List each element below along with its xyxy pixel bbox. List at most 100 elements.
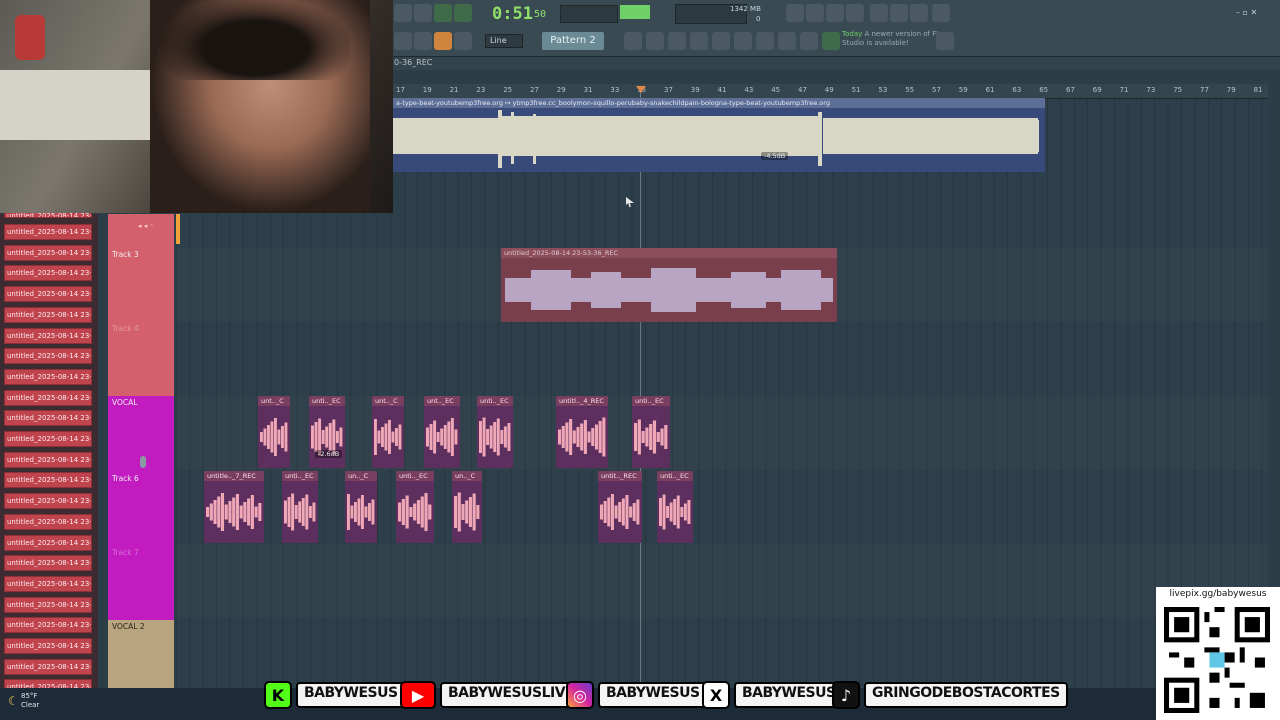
vocal-clip[interactable]: unti.._EC bbox=[396, 471, 434, 543]
level-meter bbox=[620, 5, 650, 19]
vocal-clip[interactable]: unti.._EC bbox=[282, 471, 318, 543]
channel-item[interactable]: untitled_2025-08-14 23- bbox=[4, 244, 92, 261]
polyphony-count: 0 bbox=[756, 15, 761, 23]
stamp-icon[interactable] bbox=[454, 32, 472, 50]
vocal-clip[interactable]: unti.._EC bbox=[477, 396, 513, 468]
channel-rack-icon[interactable] bbox=[668, 32, 686, 50]
mic-icon[interactable] bbox=[140, 456, 146, 468]
vocal-clip[interactable]: unti.._EC bbox=[657, 471, 693, 543]
track-resize-handle[interactable] bbox=[176, 214, 180, 244]
piano-roll-icon[interactable] bbox=[646, 32, 664, 50]
qr-label: livepix.gg/babywesus bbox=[1169, 589, 1267, 599]
browser-icon[interactable] bbox=[712, 32, 730, 50]
metronome-icon[interactable] bbox=[434, 4, 452, 22]
ruler-tick: 73 bbox=[1146, 86, 1156, 94]
tools-icon[interactable] bbox=[756, 32, 774, 50]
wait-icon[interactable] bbox=[454, 4, 472, 22]
waveform bbox=[558, 417, 606, 457]
download-icon[interactable] bbox=[932, 4, 950, 22]
instagram-icon: ◎ bbox=[566, 681, 594, 709]
vocal-clip[interactable]: unti.._EC bbox=[632, 396, 670, 468]
track-controls[interactable]: ◂ ◂ ◦ bbox=[138, 222, 172, 230]
playlist-icon[interactable] bbox=[624, 32, 642, 50]
channel-item[interactable]: untitled_2025-08-14 23- bbox=[4, 658, 92, 675]
vocal-clip[interactable]: un.._C bbox=[452, 471, 482, 543]
timeline-ruler[interactable]: 17 19 21 23 25 27 29 31 33 35 37 39 41 43 45 47 49 51 53 55… bbox=[390, 84, 1268, 99]
playhead-marker[interactable] bbox=[636, 86, 646, 93]
update-icon[interactable] bbox=[936, 32, 954, 50]
cut-icon[interactable] bbox=[806, 4, 824, 22]
channel-item[interactable]: untitled_2025-08-14 23- bbox=[4, 493, 92, 510]
channel-rack-list[interactable]: untitled_2025-08-14 23- untitled_2025-08-… bbox=[0, 208, 98, 696]
vocal-clip[interactable]: untitle.._7_REC bbox=[204, 471, 264, 543]
tiktok-icon: ♪ bbox=[832, 681, 860, 709]
channel-item[interactable]: untitled_2025-08-14 23- bbox=[4, 224, 92, 240]
ruler-tick: 27 bbox=[530, 86, 539, 94]
channel-item[interactable]: untitled_2025-08-14 23- bbox=[4, 368, 92, 385]
channel-item[interactable]: untitled_2025-08-14 23- bbox=[4, 513, 92, 530]
channel-item[interactable]: untitled_2025-08-14 23- bbox=[4, 555, 92, 572]
channel-item[interactable]: untitled_2025-08-14 23- bbox=[4, 472, 92, 489]
help-icon[interactable] bbox=[846, 4, 864, 22]
channel-item[interactable]: untitled_2025-08-14 23- bbox=[4, 306, 92, 323]
channel-item[interactable]: untitled_2025-08-14 23- bbox=[4, 431, 92, 447]
pencil-icon[interactable] bbox=[778, 32, 796, 50]
vocal-clip[interactable]: unt.._C bbox=[372, 396, 404, 468]
channel-item[interactable]: untitled_2025-08-14 23- bbox=[4, 638, 92, 654]
link-icon[interactable] bbox=[434, 32, 452, 50]
ruler-tick: 65 bbox=[1039, 86, 1049, 94]
kick-social: K BABYWESUS bbox=[264, 680, 406, 710]
channel-item[interactable]: untitled_2025-08-14 23- bbox=[4, 451, 92, 468]
track-header-vocal2[interactable]: VOCAL 2 bbox=[108, 620, 174, 688]
plugin-icon[interactable] bbox=[734, 32, 752, 50]
play-icon[interactable] bbox=[394, 32, 412, 50]
mixer-icon[interactable] bbox=[690, 32, 708, 50]
channel-item[interactable]: untitled_2025-08-14 23- bbox=[4, 410, 92, 427]
cloud-icon[interactable] bbox=[800, 32, 818, 50]
channel-item[interactable]: untitled_2025-08-14 23- bbox=[4, 348, 92, 365]
channel-item[interactable]: untitled_2025-08-14 23- bbox=[4, 389, 92, 406]
track-name: VOCAL 2 bbox=[112, 622, 145, 631]
track-header-vocal[interactable]: VOCAL Track 6 Track 7 bbox=[108, 396, 174, 620]
waveform bbox=[311, 418, 343, 456]
track-header-3[interactable]: ◂ ◂ ◦ Track 3 Track 4 bbox=[108, 214, 174, 396]
channel-item[interactable]: untitled_2025-08-14 23- bbox=[4, 327, 92, 344]
channel-item[interactable]: untitled_2025-08-14 23- bbox=[4, 286, 92, 303]
waveform bbox=[206, 493, 262, 531]
clip-title: unti.._EC bbox=[396, 471, 434, 481]
brush-icon[interactable] bbox=[414, 32, 432, 50]
pattern-selector[interactable]: Pattern 2 bbox=[542, 32, 604, 50]
vocal-clip[interactable]: unt.._C bbox=[258, 396, 290, 468]
record-icon[interactable] bbox=[394, 4, 412, 22]
recording-clip[interactable]: untitled_2025-08-14 23-53-36_REC bbox=[501, 248, 837, 322]
vocal-clip[interactable]: unti.._EC -2.6dB bbox=[309, 396, 345, 468]
news-icon[interactable] bbox=[822, 32, 840, 50]
playhead[interactable] bbox=[640, 86, 641, 686]
weather-widget[interactable]: ☾ 85°F Clear bbox=[8, 692, 39, 710]
tempo-icon[interactable] bbox=[414, 4, 432, 22]
x-handle: BABYWESUS bbox=[734, 682, 844, 708]
vocal-clip[interactable]: un.._C bbox=[345, 471, 377, 543]
vocal-clip[interactable]: untitl.._4_REC bbox=[556, 396, 608, 468]
beat-audio-clip[interactable]: a-type-beat-youtubemp3free.org ↦ ytmp3fr… bbox=[393, 98, 1045, 172]
clip-title: unti.._EC bbox=[309, 396, 345, 406]
vocal-clip[interactable]: unt.._EC bbox=[424, 396, 460, 468]
vocal-clip[interactable]: untit.._REC bbox=[598, 471, 642, 543]
channel-item[interactable]: untitled_2025-08-14 23- bbox=[4, 596, 92, 613]
youtube-social: ▶ BABYWESUSLIVE bbox=[400, 680, 583, 710]
mic-icon[interactable] bbox=[826, 4, 844, 22]
channel-item[interactable]: untitled_2025-08-14 23- bbox=[4, 534, 92, 551]
save-icon[interactable] bbox=[870, 4, 888, 22]
channel-item[interactable]: untitled_2025-08-14 23- bbox=[4, 617, 92, 634]
waveform bbox=[260, 418, 288, 456]
chat-icon[interactable] bbox=[910, 4, 928, 22]
clip-title: untit.._REC bbox=[598, 471, 642, 481]
window-controls[interactable]: – ▫ ✕ bbox=[1236, 8, 1276, 18]
channel-item[interactable]: untitled_2025-08-14 23- bbox=[4, 265, 92, 282]
refresh-icon[interactable] bbox=[786, 4, 804, 22]
snap-select[interactable]: Line bbox=[485, 34, 523, 48]
ruler-tick: 41 bbox=[717, 86, 727, 94]
mixer-icon[interactable] bbox=[890, 4, 908, 22]
channel-item[interactable]: untitled_2025-08-14 23- bbox=[4, 575, 92, 592]
youtube-icon: ▶ bbox=[400, 681, 436, 709]
